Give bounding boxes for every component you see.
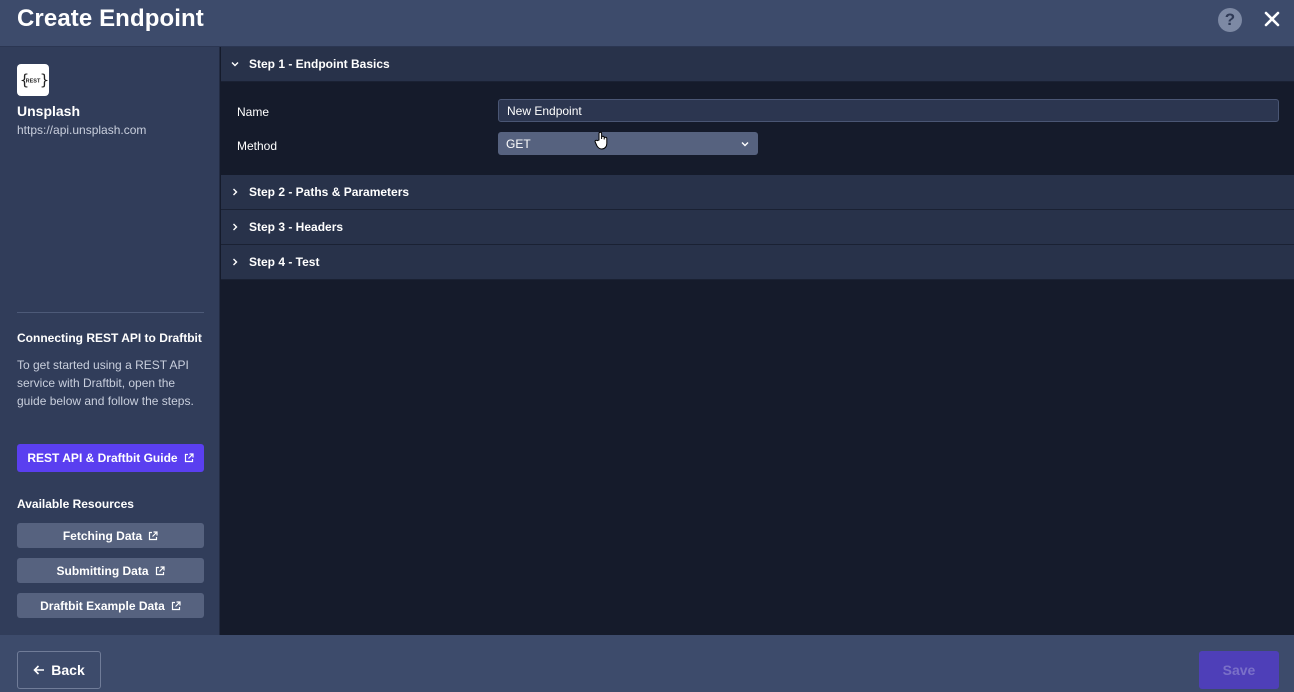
guide-title: Connecting REST API to Draftbit	[17, 331, 202, 345]
step-3-header[interactable]: Step 3 - Headers	[221, 210, 1294, 245]
sidebar-divider	[17, 312, 204, 313]
back-label: Back	[51, 662, 85, 678]
step-label: Step 3 - Headers	[249, 220, 344, 234]
step-4-header[interactable]: Step 4 - Test	[221, 245, 1294, 280]
method-value: GET	[506, 136, 531, 151]
modal-header: Create Endpoint ?	[0, 0, 1294, 47]
guide-button[interactable]: REST API & Draftbit Guide	[17, 444, 204, 472]
name-input[interactable]	[498, 99, 1279, 122]
step-1-body: Name Method GET	[221, 82, 1294, 175]
hand-cursor-icon	[594, 131, 608, 150]
resources-title: Available Resources	[17, 497, 134, 511]
step-2-header[interactable]: Step 2 - Paths & Parameters	[221, 175, 1294, 210]
step-1-header[interactable]: Step 1 - Endpoint Basics	[221, 47, 1294, 82]
back-button[interactable]: Back	[17, 651, 101, 689]
arrow-left-icon	[33, 665, 45, 675]
question-mark-icon[interactable]: ?	[1218, 8, 1242, 32]
external-link-icon	[149, 530, 158, 540]
svg-text:}: }	[40, 71, 49, 89]
chevron-right-icon	[233, 258, 238, 266]
external-link-icon	[155, 565, 165, 575]
method-select[interactable]: GET	[498, 132, 758, 155]
modal-footer: Back Save	[0, 635, 1294, 692]
rest-logo-text: REST	[26, 79, 41, 85]
resource-label: Fetching Data	[62, 528, 143, 543]
example-data-button[interactable]: Draftbit Example Data	[17, 593, 204, 618]
step-label: Step 4 - Test	[249, 255, 320, 269]
name-label: Name	[237, 105, 270, 119]
fetching-data-button[interactable]: Fetching Data	[17, 523, 204, 548]
rest-logo-icon: { } REST	[17, 64, 49, 96]
resource-label: Draftbit Example Data	[40, 598, 165, 613]
sidebar: { } REST Unsplash https://api.unsplash.c…	[0, 47, 220, 635]
save-button[interactable]: Save	[1199, 651, 1279, 689]
close-icon[interactable]	[1262, 9, 1282, 29]
external-link-icon	[171, 600, 181, 610]
chevron-right-icon	[233, 188, 238, 196]
submitting-data-button[interactable]: Submitting Data	[17, 558, 204, 583]
method-label: Method	[237, 139, 278, 153]
api-name: Unsplash	[17, 103, 81, 119]
guide-button-label: REST API & Draftbit Guide	[27, 451, 178, 465]
chevron-down-icon	[741, 141, 749, 146]
step-label: Step 2 - Paths & Parameters	[249, 185, 410, 199]
resource-label: Submitting Data	[56, 563, 149, 578]
external-link-icon	[184, 453, 194, 463]
chevron-down-icon	[231, 62, 239, 67]
chevron-right-icon	[233, 223, 238, 231]
main-panel: Step 1 - Endpoint Basics Name Method GET…	[221, 47, 1294, 635]
step-label: Step 1 - Endpoint Basics	[249, 57, 390, 71]
api-url: https://api.unsplash.com	[17, 123, 147, 137]
page-title: Create Endpoint	[17, 5, 204, 32]
guide-description: To get started using a REST API service …	[17, 358, 194, 408]
